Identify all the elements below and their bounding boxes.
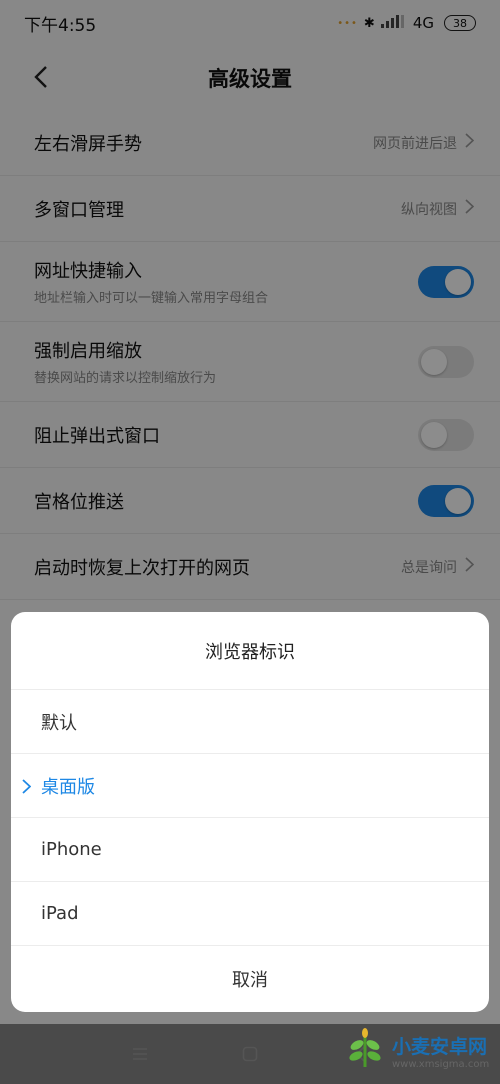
option-label: iPhone (41, 839, 102, 860)
watermark-logo-icon (344, 1027, 386, 1075)
user-agent-sheet: 浏览器标识 默认 桌面版 iPhone iPad 取消 (11, 612, 489, 1012)
option-label: 默认 (41, 712, 77, 734)
sheet-title: 浏览器标识 (11, 612, 489, 690)
watermark: 小麦安卓网 www.xmsigma.com (344, 1024, 492, 1078)
option-ipad[interactable]: iPad (11, 882, 489, 946)
menu-icon[interactable] (125, 1039, 155, 1069)
option-label: 桌面版 (41, 776, 95, 798)
cancel-button[interactable]: 取消 (11, 946, 489, 1012)
option-default[interactable]: 默认 (11, 690, 489, 754)
option-desktop[interactable]: 桌面版 (11, 754, 489, 818)
watermark-url: www.xmsigma.com (392, 1059, 490, 1070)
option-label: iPad (41, 903, 79, 924)
selected-chevron-icon (22, 754, 31, 818)
home-icon[interactable] (235, 1039, 265, 1069)
option-iphone[interactable]: iPhone (11, 818, 489, 882)
watermark-text: 小麦安卓网 (392, 1036, 488, 1058)
